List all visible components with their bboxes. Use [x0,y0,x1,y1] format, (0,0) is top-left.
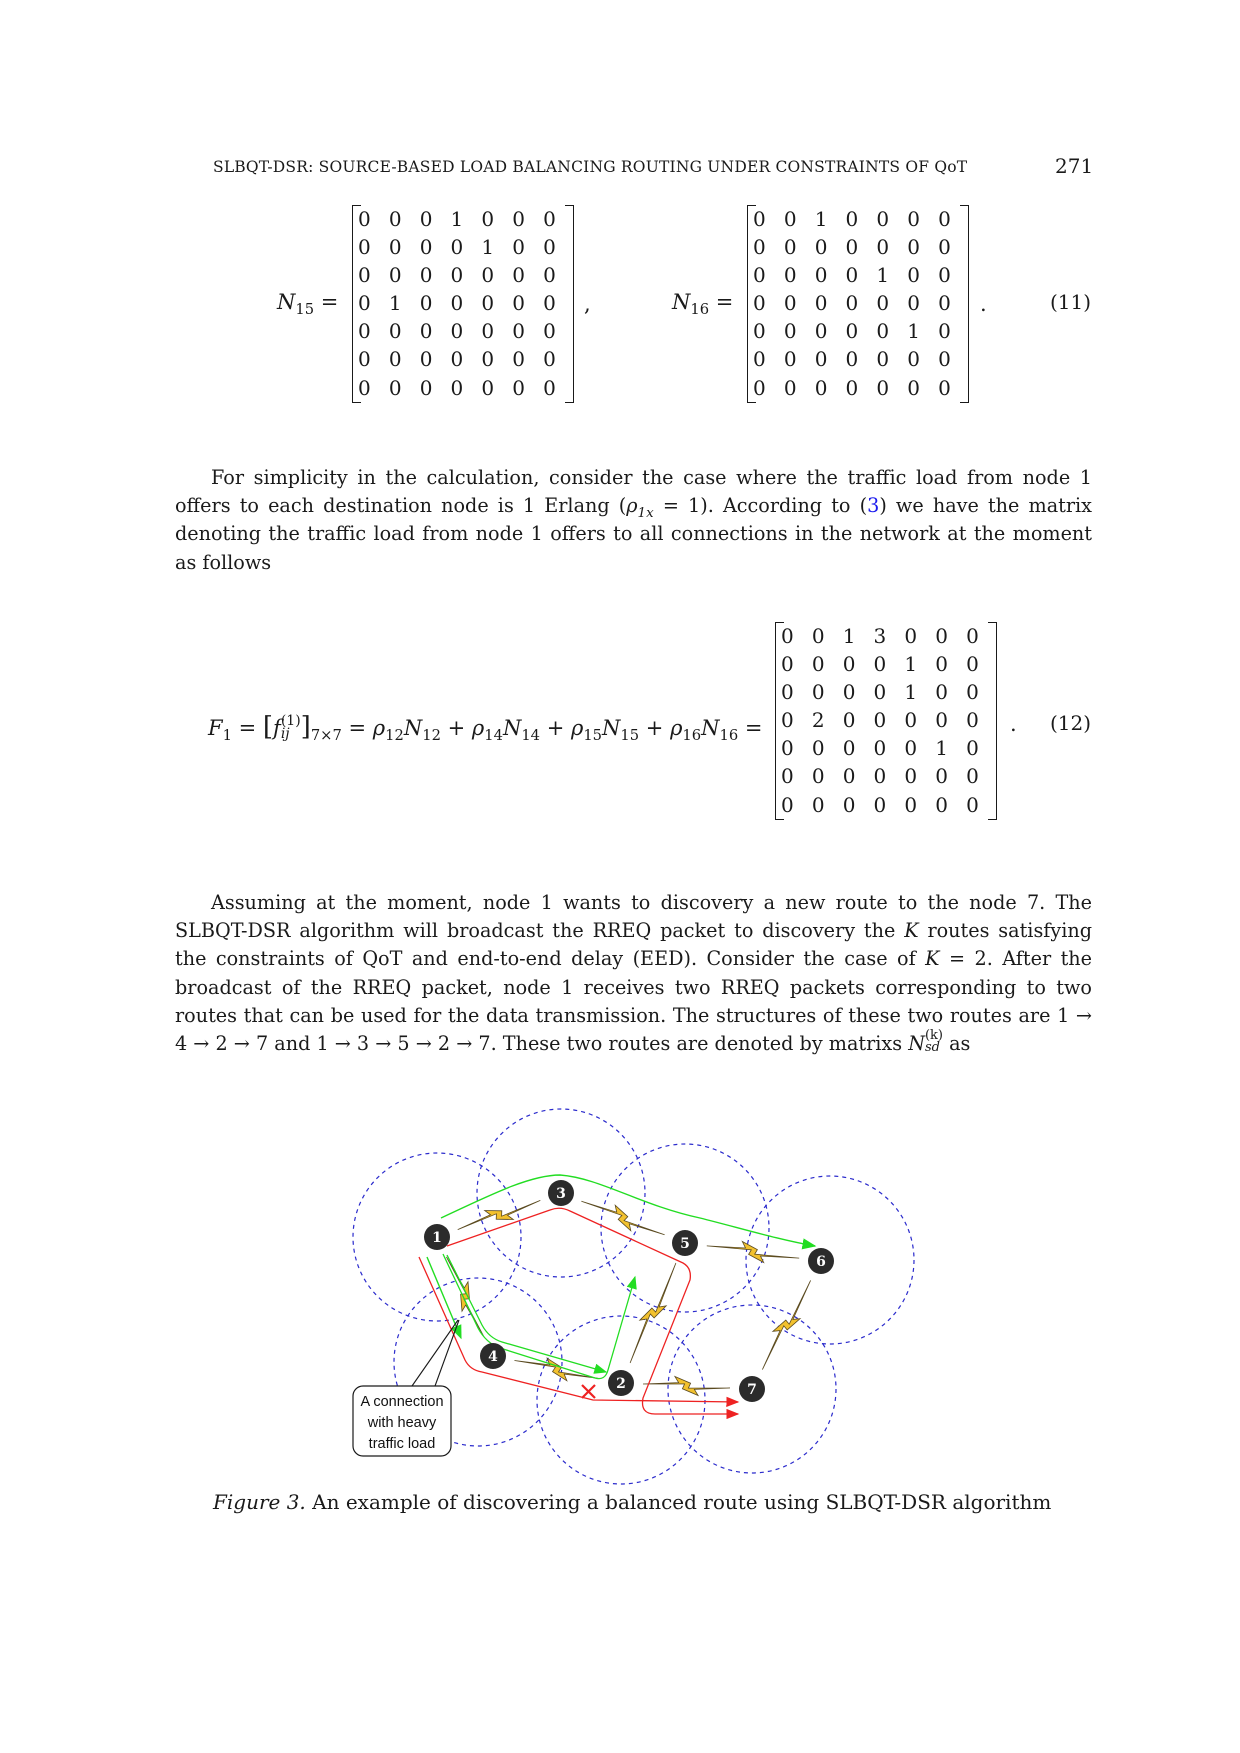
node-7: 7 [739,1376,765,1402]
node-label: 2 [616,1376,626,1392]
figure-caption: Figure 3. An example of discovering a ba… [213,1490,1051,1514]
figure-caption-text: An example of discovering a balanced rou… [305,1490,1052,1514]
node-3: 3 [548,1180,574,1206]
blocked-x-icon [581,1384,596,1399]
node-2: 2 [608,1370,634,1396]
node-label: 7 [747,1382,757,1398]
node-label: 1 [432,1230,442,1246]
lightning-bolt-icon-3-5 [581,1200,665,1236]
lightning-bolt-icon-5-6 [706,1240,800,1264]
callout-line-1: A connection [360,1394,443,1410]
lightning-bolt-icon-6-7 [762,1280,811,1370]
node-6: 6 [808,1248,834,1274]
node-label: 6 [816,1254,826,1270]
callout-line-3: traffic load [369,1436,436,1452]
node-label: 3 [556,1186,566,1202]
figure-caption-label: Figure 3. [213,1490,306,1514]
node-5: 5 [672,1230,698,1256]
node-label: 4 [488,1349,498,1365]
heavy-load-callout: A connection with heavy traffic load [352,1319,460,1457]
range-circle-node-5 [600,1143,770,1313]
node-4: 4 [480,1343,506,1369]
node-label: 5 [680,1236,690,1252]
callout-line-2: with heavy [367,1415,437,1431]
lightning-bolt-icon-1-4 [446,1256,484,1337]
lightning-bolt-icon-4-2 [514,1357,600,1382]
node-1: 1 [424,1224,450,1250]
lightning-bolt-icon-2-7 [642,1375,731,1397]
green-route-2-5 [442,1253,637,1380]
lightning-bolt-icon-2-5 [629,1262,677,1364]
green-route-1-4 [426,1256,462,1340]
